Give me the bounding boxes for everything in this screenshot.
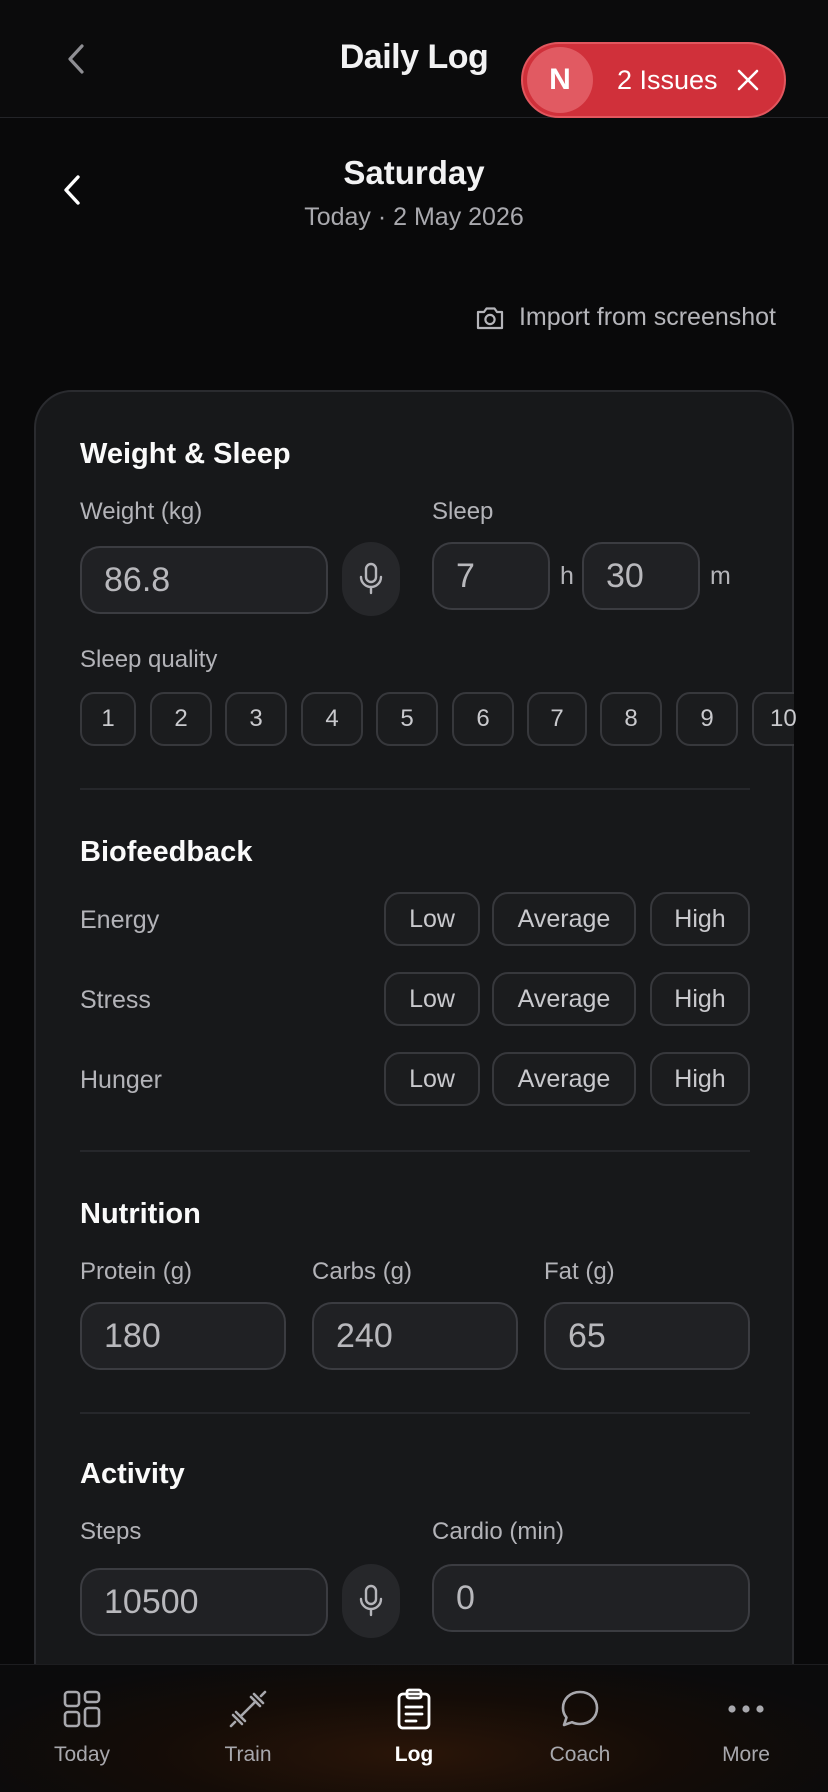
sleep-quality-8[interactable]: 8 [600,692,662,746]
section-divider [80,1412,750,1414]
sleep-quality-5[interactable]: 5 [376,692,438,746]
sleep-quality-3[interactable]: 3 [225,692,287,746]
dumbbell-icon [226,1687,270,1731]
import-label: Import from screenshot [518,303,776,331]
nav-label-log: Log [394,1743,434,1766]
nav-label-today: Today [53,1743,111,1766]
energy-low-button[interactable]: Low [384,892,480,946]
energy-average-button[interactable]: Average [492,892,636,946]
weight-label: Weight (kg) [80,498,203,525]
nav-more[interactable]: More [676,1665,816,1792]
cardio-input[interactable]: 0 [432,1564,750,1632]
date-subtitle: Today · 2 May 2026 [304,203,524,231]
hunger-low-button[interactable]: Low [384,1052,480,1106]
sleep-hours-input[interactable]: 7 [432,542,550,610]
sleep-quality-2[interactable]: 2 [150,692,212,746]
hunger-label: Hunger [80,1066,162,1094]
sleep-quality-9[interactable]: 9 [676,692,738,746]
protein-label: Protein (g) [80,1258,193,1285]
section-divider [80,788,750,790]
hunger-average-button[interactable]: Average [492,1052,636,1106]
fat-label: Fat (g) [544,1258,615,1285]
sleep-quality-7[interactable]: 7 [527,692,587,746]
chat-bubble-icon [558,1687,602,1731]
day-title: Saturday [343,154,485,191]
close-icon[interactable] [736,68,760,92]
nav-label-more: More [722,1743,770,1766]
steps-label: Steps [80,1518,142,1545]
nav-label-train: Train [224,1743,272,1766]
section-divider [80,1150,750,1152]
clipboard-icon [392,1687,436,1731]
steps-voice-button[interactable] [342,1564,400,1638]
sleep-quality-1[interactable]: 1 [80,692,136,746]
section-title-biofeedback: Biofeedback [80,836,253,868]
cardio-label: Cardio (min) [432,1518,565,1545]
import-screenshot-button[interactable]: Import from screenshot [475,303,776,332]
weight-input[interactable]: 86.8 [80,546,328,614]
sleep-minutes-input[interactable]: 30 [582,542,700,610]
issues-label: 2 Issues [617,64,718,95]
energy-high-button[interactable]: High [650,892,750,946]
hours-unit: h [560,562,574,590]
nav-today[interactable]: Today [12,1665,152,1792]
nav-label-coach: Coach [549,1743,611,1766]
grid-icon [60,1687,104,1731]
nav-train[interactable]: Train [178,1665,318,1792]
sleep-quality-4[interactable]: 4 [301,692,363,746]
carbs-input[interactable]: 240 [312,1302,518,1370]
weight-voice-button[interactable] [342,542,400,616]
section-title-activity: Activity [80,1458,185,1490]
energy-label: Energy [80,906,160,934]
hunger-high-button[interactable]: High [650,1052,750,1106]
minutes-unit: m [710,562,731,590]
stress-low-button[interactable]: Low [384,972,480,1026]
daily-log-card: Weight & Sleep Weight (kg) 86.8 Sleep 7 … [34,390,797,1720]
camera-icon [476,306,504,329]
stress-average-button[interactable]: Average [492,972,636,1026]
microphone-icon [359,1584,383,1617]
section-title-nutrition: Nutrition [80,1198,201,1230]
stress-label: Stress [80,986,151,1014]
sleep-quality-label: Sleep quality [80,646,218,673]
nav-coach[interactable]: Coach [510,1665,650,1792]
section-title-weight-sleep: Weight & Sleep [80,438,291,470]
sleep-quality-6[interactable]: 6 [452,692,514,746]
protein-input[interactable]: 180 [80,1302,286,1370]
more-dots-icon [724,1687,768,1731]
next-logo-icon: N [527,47,593,113]
microphone-icon [359,562,383,595]
stress-high-button[interactable]: High [650,972,750,1026]
issues-badge[interactable]: N 2 Issues [521,42,786,118]
bottom-navigation: Today Train Log Coach More [0,1664,828,1792]
sleep-label: Sleep [432,498,494,525]
sleep-quality-10[interactable]: 10 [752,692,797,746]
fat-input[interactable]: 65 [544,1302,750,1370]
steps-input[interactable]: 10500 [80,1568,328,1636]
nav-log[interactable]: Log [344,1665,484,1792]
carbs-label: Carbs (g) [312,1258,413,1285]
